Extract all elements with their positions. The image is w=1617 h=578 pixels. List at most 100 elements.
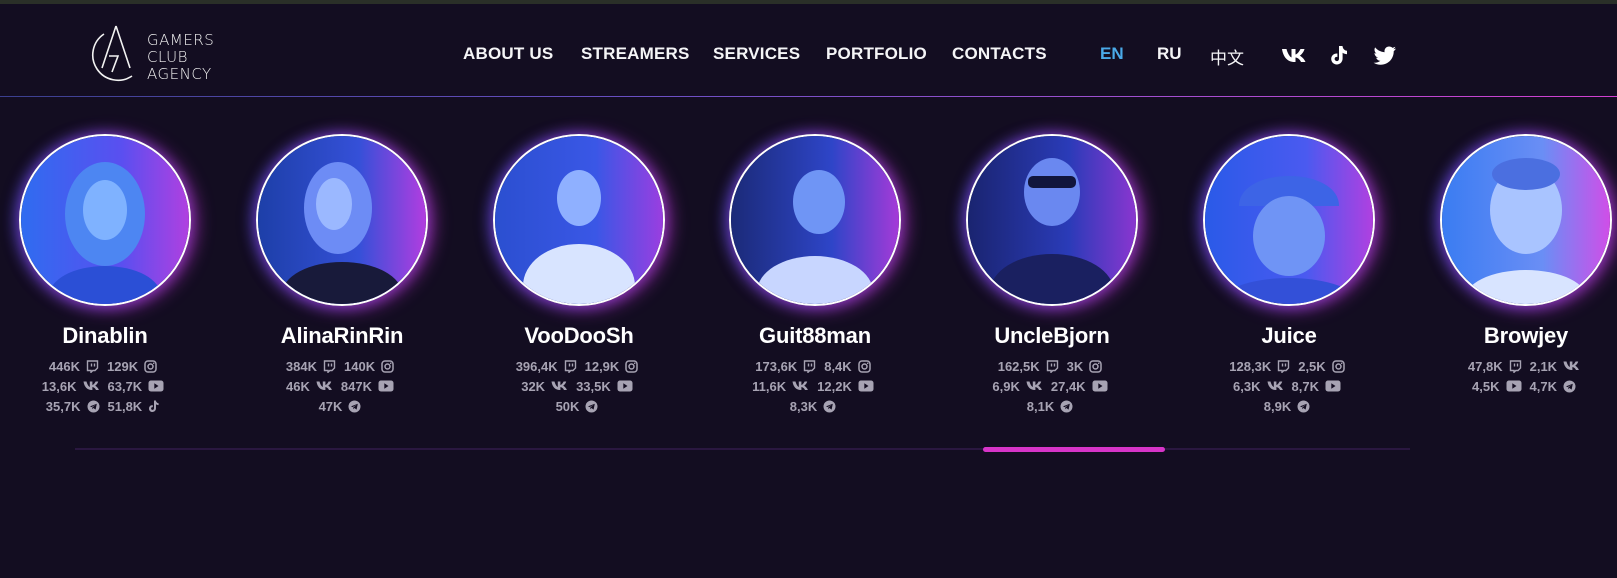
avatar-photo xyxy=(968,136,1136,304)
stat-twitch: 384K xyxy=(286,359,340,374)
telegram-icon xyxy=(1563,380,1576,393)
avatar[interactable] xyxy=(256,134,428,306)
stat-row: 13,6K 63,7K xyxy=(0,376,223,396)
lang-en[interactable]: EN xyxy=(1100,44,1124,64)
avatar-photo xyxy=(1442,136,1610,304)
vk-icon xyxy=(83,380,100,392)
stat-row: 446K 129K xyxy=(0,356,223,376)
streamer-stats: 396,4K 12,9K 32K 33,5K 50K xyxy=(461,356,697,416)
telegram-icon xyxy=(1060,400,1073,413)
stat-row: 8,9K xyxy=(1171,396,1407,416)
site-header: GAMERS CLUB AGENCY ABOUT US STREAMERS SE… xyxy=(0,4,1617,97)
avatar[interactable] xyxy=(966,134,1138,306)
carousel-scrollbar-track[interactable] xyxy=(75,448,1410,450)
vk-icon xyxy=(551,380,568,392)
nav-contacts[interactable]: CONTACTS xyxy=(952,44,1047,64)
stat-instagram: 8,4K xyxy=(824,359,874,374)
twitter-icon xyxy=(1373,46,1396,65)
stat-telegram: 35,7K xyxy=(46,399,104,414)
youtube-icon xyxy=(378,380,394,392)
avatar-photo xyxy=(258,136,426,304)
logo-line-3: AGENCY xyxy=(147,65,212,83)
telegram-icon xyxy=(1297,400,1310,413)
streamer-card[interactable]: Juice 128,3K 2,5K 6,3K 8,7K 8,9K xyxy=(1171,134,1407,424)
vk-icon xyxy=(1282,49,1306,62)
streamers-carousel[interactable]: Dinablin 446K 129K 13,6K 63,7K 35,7K 51,8K Al… xyxy=(0,134,1617,434)
tiktok-link[interactable] xyxy=(1326,43,1352,67)
stat-value: 51,8K xyxy=(107,398,143,414)
stat-twitch: 162,5K xyxy=(998,359,1063,374)
avatar[interactable] xyxy=(19,134,191,306)
streamer-name[interactable]: AlinaRinRin xyxy=(224,323,460,349)
stat-row: 162,5K 3K xyxy=(934,356,1170,376)
nav-about-us[interactable]: ABOUT US xyxy=(463,44,553,64)
avatar[interactable] xyxy=(493,134,665,306)
avatar-photo xyxy=(495,136,663,304)
avatar[interactable] xyxy=(1440,134,1612,306)
stat-youtube: 33,5K xyxy=(576,379,637,394)
stat-twitch: 396,4K xyxy=(516,359,581,374)
stat-instagram: 3K xyxy=(1067,359,1107,374)
stat-value: 8,3K xyxy=(789,398,818,414)
stat-row: 6,9K 27,4K xyxy=(934,376,1170,396)
stat-youtube: 8,7K xyxy=(1292,379,1345,394)
nav-services[interactable]: SERVICES xyxy=(713,44,800,64)
stat-value: 13,6K xyxy=(41,378,77,394)
logo-line-2: CLUB xyxy=(147,48,188,66)
vk-icon xyxy=(792,380,809,392)
instagram-icon xyxy=(1089,359,1103,373)
lang-ru[interactable]: RU xyxy=(1157,44,1182,64)
streamer-stats: 162,5K 3K 6,9K 27,4K 8,1K xyxy=(934,356,1170,416)
telegram-icon xyxy=(585,400,598,413)
streamer-card[interactable]: Dinablin 446K 129K 13,6K 63,7K 35,7K 51,8K xyxy=(0,134,223,424)
logo[interactable]: GAMERS CLUB AGENCY xyxy=(82,24,282,86)
logo-mark-icon xyxy=(91,25,133,81)
stat-row: 173,6K 8,4K xyxy=(697,356,933,376)
vk-icon xyxy=(1026,380,1043,392)
avatar-photo xyxy=(21,136,189,304)
stat-value: 27,4K xyxy=(1050,378,1086,394)
logo-text: GAMERS CLUB AGENCY xyxy=(147,32,214,83)
streamer-card[interactable]: Browjey 47,8K 2,1K 4,5K 4,7K xyxy=(1408,134,1617,424)
streamer-name[interactable]: Dinablin xyxy=(0,323,223,349)
stat-telegram: 8,9K xyxy=(1264,399,1314,414)
stat-value: 129K xyxy=(107,358,139,374)
stat-instagram: 12,9K xyxy=(585,359,643,374)
streamer-card[interactable]: Guit88man 173,6K 8,4K 11,6K 12,2K 8,3K xyxy=(697,134,933,424)
vk-link[interactable] xyxy=(1281,43,1307,67)
stat-row: 128,3K 2,5K xyxy=(1171,356,1407,376)
stat-youtube: 63,7K xyxy=(108,379,169,394)
nav-portfolio[interactable]: PORTFOLIO xyxy=(826,44,927,64)
stat-value: 8,1K xyxy=(1026,398,1055,414)
twitter-link[interactable] xyxy=(1372,43,1398,67)
streamer-card[interactable]: VooDooSh 396,4K 12,9K 32K 33,5K 50K xyxy=(461,134,697,424)
streamer-name[interactable]: Browjey xyxy=(1408,323,1617,349)
stat-twitch: 128,3K xyxy=(1229,359,1294,374)
stat-value: 2,5K xyxy=(1298,358,1326,374)
stat-youtube: 12,2K xyxy=(817,379,878,394)
streamer-card[interactable]: UncleBjorn 162,5K 3K 6,9K 27,4K 8,1K xyxy=(934,134,1170,424)
avatar[interactable] xyxy=(1203,134,1375,306)
stat-value: 847K xyxy=(340,378,372,394)
lang-zh[interactable]: 中文 xyxy=(1210,44,1244,69)
streamer-name[interactable]: Juice xyxy=(1171,323,1407,349)
youtube-icon xyxy=(1506,380,1522,392)
streamer-name[interactable]: UncleBjorn xyxy=(934,323,1170,349)
streamer-name[interactable]: Guit88man xyxy=(697,323,933,349)
stat-value: 35,7K xyxy=(45,398,81,414)
streamer-name[interactable]: VooDooSh xyxy=(461,323,697,349)
telegram-icon xyxy=(823,400,836,413)
avatar[interactable] xyxy=(729,134,901,306)
logo-line-1: GAMERS xyxy=(147,31,215,49)
stat-value: 11,6K xyxy=(752,378,787,394)
instagram-icon xyxy=(144,359,157,373)
youtube-icon xyxy=(1092,380,1108,392)
stat-instagram: 2,5K xyxy=(1298,359,1348,374)
youtube-icon xyxy=(1325,380,1341,392)
stat-youtube: 4,5K xyxy=(1472,379,1525,394)
nav-streamers[interactable]: STREAMERS xyxy=(581,44,690,64)
stat-row: 8,1K xyxy=(934,396,1170,416)
streamer-stats: 128,3K 2,5K 6,3K 8,7K 8,9K xyxy=(1171,356,1407,416)
carousel-scrollbar-thumb[interactable] xyxy=(983,447,1165,452)
streamer-card[interactable]: AlinaRinRin 384K 140K 46K 847K 47K xyxy=(224,134,460,424)
